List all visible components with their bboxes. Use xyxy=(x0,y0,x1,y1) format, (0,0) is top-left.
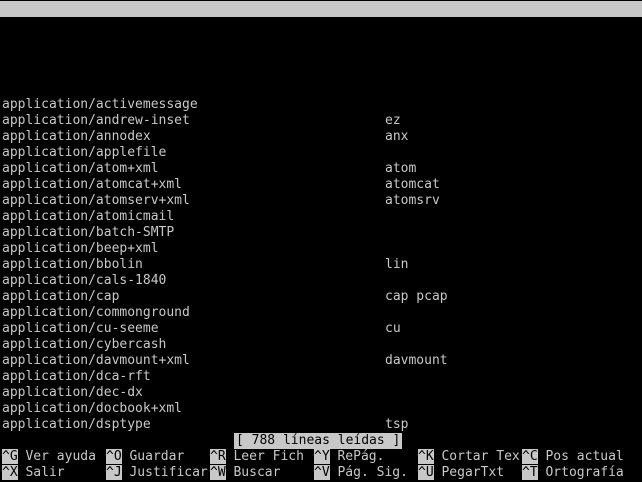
mime-type: application/bbolin xyxy=(2,257,143,272)
mime-extensions: tsp xyxy=(385,417,409,432)
mime-entry-row[interactable]: application/batch-SMTP xyxy=(2,225,640,241)
mime-entry-row[interactable]: application/dca-rft xyxy=(2,369,640,385)
mime-extensions: cap pcap xyxy=(385,289,448,304)
mime-type: application/cals-1840 xyxy=(2,273,167,288)
shortcut-label: Buscar xyxy=(233,465,281,480)
mime-entry-row[interactable]: application/activemessage xyxy=(2,97,640,113)
mime-type: application/beep+xml xyxy=(2,241,159,256)
mime-entry-row[interactable]: application/cals-1840 xyxy=(2,273,640,289)
shortcut-label: Pos actual xyxy=(545,449,624,464)
terminal-screen: GNU nano 2.2.2 Fichero: mime.types # ###… xyxy=(0,0,642,482)
shortcut-item[interactable]: ^K Cortar Tex xyxy=(418,449,520,465)
shortcut-item[interactable]: ^Y RePág. xyxy=(314,449,384,465)
mime-extensions: atom xyxy=(385,161,417,176)
mime-extensions: atomsrv xyxy=(385,193,440,208)
mime-type: application/batch-SMTP xyxy=(2,225,175,240)
shortcut-key: ^V xyxy=(314,465,330,480)
shortcut-key: ^C xyxy=(522,449,538,464)
mime-entry-row[interactable]: application/annodex anx xyxy=(2,129,640,145)
mime-entry-row[interactable]: application/cybercash xyxy=(2,337,640,353)
mime-entry-row[interactable]: application/atomcat+xml atomcat xyxy=(2,177,640,193)
mime-type: application/atomcat+xml xyxy=(2,177,183,192)
mime-type: application/activemessage xyxy=(2,97,198,112)
shortcut-label: PegarTxt xyxy=(441,465,505,480)
mime-entry-row[interactable]: application/bbolin lin xyxy=(2,257,640,273)
shortcut-label: RePág. xyxy=(337,449,385,464)
mime-extensions: anx xyxy=(385,129,409,144)
editor-line-2[interactable]: ########################################… xyxy=(2,49,640,65)
shortcut-label: Cortar Tex xyxy=(441,449,520,464)
shortcut-key: ^Y xyxy=(314,449,330,464)
mime-entry-row[interactable]: application/cu-seeme cu xyxy=(2,321,640,337)
mime-type: application/docbook+xml xyxy=(2,401,183,416)
mime-entry-row[interactable]: application/atomserv+xml atomsrv xyxy=(2,193,640,209)
mime-type: application/davmount+xml xyxy=(2,353,190,368)
shortcut-label: Leer Fich xyxy=(233,449,304,464)
mime-extensions: davmount xyxy=(385,353,448,368)
shortcut-key: ^W xyxy=(210,465,226,480)
shortcut-item[interactable]: ^X Salir xyxy=(2,465,65,481)
shortcut-key: ^J xyxy=(106,465,122,480)
mime-extensions: ez xyxy=(385,113,401,128)
mime-entry-row[interactable]: application/atomicmail xyxy=(2,209,640,225)
shortcut-item[interactable]: ^J Justificar xyxy=(106,465,208,481)
shortcut-item[interactable]: ^V Pág. Sig. xyxy=(314,465,408,481)
shortcut-key: ^O xyxy=(106,449,122,464)
status-message: [ 788 líneas leídas ] xyxy=(234,433,403,449)
shortcut-item[interactable]: ^G Ver ayuda xyxy=(2,449,96,465)
mime-entry-row[interactable]: application/dec-dx xyxy=(2,385,640,401)
mime-entry-row[interactable]: application/commonground xyxy=(2,305,640,321)
shortcut-item[interactable]: ^T Ortografía xyxy=(522,465,624,481)
mime-type: application/cap xyxy=(2,289,120,304)
shortcut-key: ^K xyxy=(418,449,434,464)
mime-extensions: cu xyxy=(385,321,401,336)
shortcut-key: ^R xyxy=(210,449,226,464)
mime-type: application/andrew-inset xyxy=(2,113,190,128)
mime-extensions: atomcat xyxy=(385,177,440,192)
mime-type: application/atomserv+xml xyxy=(2,193,190,208)
shortcut-item[interactable]: ^C Pos actual xyxy=(522,449,624,465)
shortcut-item[interactable]: ^W Buscar xyxy=(210,465,280,481)
mime-type: application/commonground xyxy=(2,305,190,320)
mime-type: application/atomicmail xyxy=(2,209,175,224)
mime-type: application/cybercash xyxy=(2,337,167,352)
shortcut-bar-row-1: ^G Ver ayuda ^O Guardar ^R Leer Fich ^Y ReP… xyxy=(0,449,642,465)
shortcut-label: Guardar xyxy=(129,449,185,464)
shortcut-key: ^X xyxy=(2,465,18,480)
mime-type: application/dca-rft xyxy=(2,369,151,384)
mime-type: application/dec-dx xyxy=(2,385,143,400)
mime-type: application/dsptype xyxy=(2,417,151,432)
mime-entry-row[interactable]: application/applefile xyxy=(2,145,640,161)
mime-extensions: lin xyxy=(385,257,409,272)
shortcut-label: Pág. Sig. xyxy=(337,465,408,480)
shortcut-key: ^G xyxy=(2,449,18,464)
shortcut-item[interactable]: ^R Leer Fich xyxy=(210,449,304,465)
mime-entry-row[interactable]: application/beep+xml xyxy=(2,241,640,257)
mime-entry-row[interactable]: application/cap cap pcap xyxy=(2,289,640,305)
shortcut-label: Salir xyxy=(25,465,65,480)
mime-type: application/annodex xyxy=(2,129,151,144)
mime-entry-row[interactable]: application/andrew-inset ez xyxy=(2,113,640,129)
title-bar: GNU nano 2.2.2 Fichero: mime.types xyxy=(0,1,642,48)
shortcut-key: ^U xyxy=(418,465,434,480)
mime-type: application/applefile xyxy=(2,145,167,160)
shortcut-item[interactable]: ^O Guardar xyxy=(106,449,184,465)
shortcut-label: Ortografía xyxy=(545,465,624,480)
shortcut-label: Justificar xyxy=(129,465,208,480)
mime-type: application/cu-seeme xyxy=(2,321,159,336)
shortcut-bar-row-2: ^X Salir ^J Justificar ^W Buscar ^V Pág. Si… xyxy=(0,465,642,481)
mime-entry-row[interactable]: application/davmount+xml davmount xyxy=(2,353,640,369)
editor-line-1[interactable]: # xyxy=(2,33,640,49)
mime-type: application/atom+xml xyxy=(2,161,159,176)
app-title: GNU nano 2.2.2 xyxy=(18,17,128,32)
mime-entry-row[interactable]: application/dsptype tsp xyxy=(2,417,640,433)
mime-entry-row[interactable]: application/atom+xml atom xyxy=(2,161,640,177)
shortcut-key: ^T xyxy=(522,465,538,480)
mime-entry-row[interactable]: application/docbook+xml xyxy=(2,401,640,417)
shortcut-item[interactable]: ^U PegarTxt xyxy=(418,465,504,481)
shortcut-label: Ver ayuda xyxy=(25,449,96,464)
